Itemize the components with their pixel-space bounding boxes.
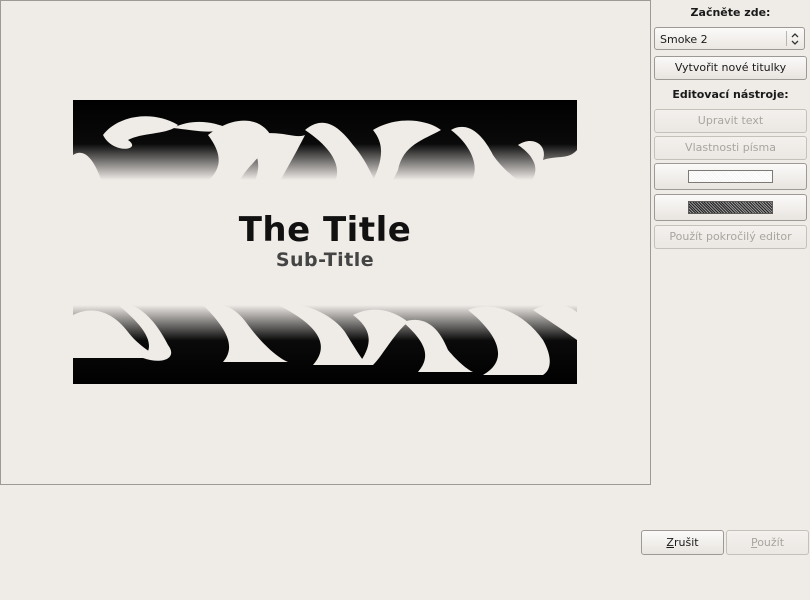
combobox-separator <box>786 31 787 46</box>
title-preview-area: The Title Sub-Title <box>0 0 651 485</box>
foreground-color-button[interactable] <box>654 194 807 221</box>
template-combobox[interactable]: Smoke 2 <box>654 27 805 50</box>
light-color-swatch <box>688 170 773 183</box>
start-here-label: Začněte zde: <box>690 6 771 19</box>
dark-color-swatch <box>688 201 773 214</box>
cancel-mnemonic: Z <box>666 536 674 549</box>
font-properties-button[interactable]: Vlastnosti písma <box>654 136 807 160</box>
title-editor-window: The Title Sub-Title Začněte zde: Smoke 2… <box>0 0 810 600</box>
create-new-titles-button[interactable]: Vytvořit nové titulky <box>654 56 807 80</box>
background-color-button[interactable] <box>654 163 807 190</box>
apply-label: oužít <box>757 536 785 549</box>
preview-subtitle-text: Sub-Title <box>275 249 375 271</box>
apply-button[interactable]: Použít <box>726 530 809 555</box>
edit-text-button[interactable]: Upravit text <box>654 109 807 133</box>
up-down-arrows-icon <box>791 33 799 45</box>
editing-tools-label: Editovací nástroje: <box>672 88 789 101</box>
cancel-button[interactable]: Zrušit <box>641 530 724 555</box>
advanced-editor-button[interactable]: Použít pokročilý editor <box>654 225 807 249</box>
tools-panel: Začněte zde: Smoke 2 Vytvořit nové titul… <box>651 0 810 484</box>
preview-title-text: The Title <box>238 210 412 250</box>
title-card-preview: The Title Sub-Title <box>73 100 577 384</box>
cancel-label: rušit <box>673 536 699 549</box>
template-combobox-value: Smoke 2 <box>660 33 708 46</box>
